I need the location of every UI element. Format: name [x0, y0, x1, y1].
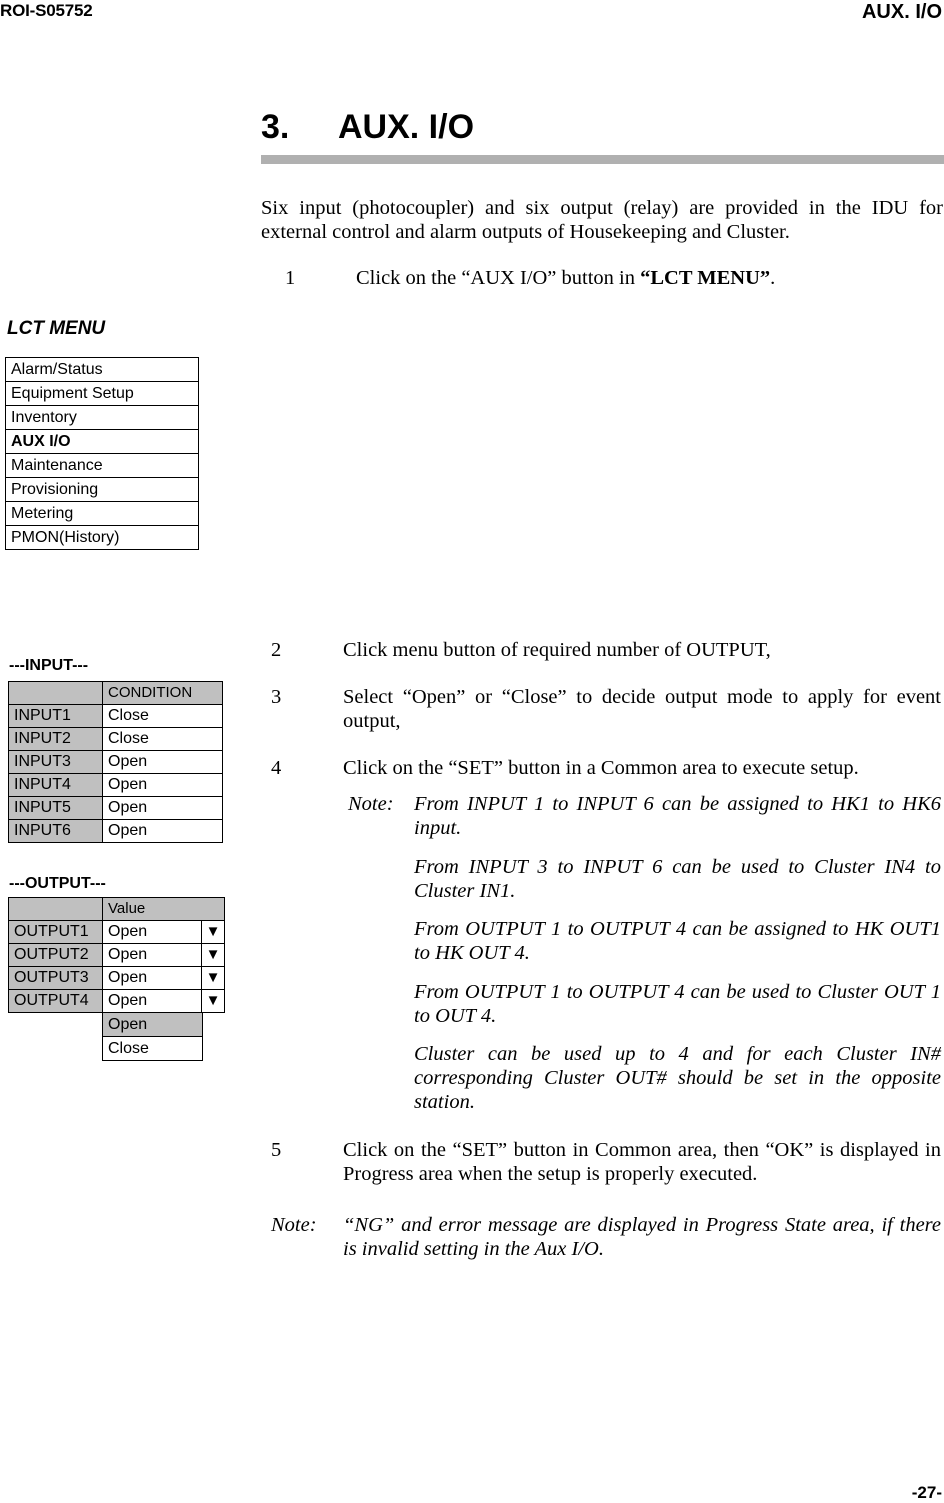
final-note: Note: “NG” and error message are display…: [271, 1213, 941, 1261]
step-2: 2 Click menu button of required number o…: [271, 638, 941, 662]
step4-note-2: From INPUT 3 to INPUT 6 can be used to C…: [348, 855, 941, 903]
section-title: 3. AUX. I/O: [261, 108, 474, 147]
lct-menu-item-provisioning[interactable]: Provisioning: [6, 478, 198, 502]
note-text: From OUTPUT 1 to OUTPUT 4 can be used to…: [414, 981, 941, 1027]
input-table: CONDITION INPUT1 Close INPUT2 Close INPU…: [8, 681, 223, 843]
table-row: INPUT4 Open: [8, 773, 223, 797]
step4-note-1: Note: From INPUT 1 to INPUT 6 can be ass…: [348, 792, 941, 840]
output-name: OUTPUT4: [8, 989, 103, 1013]
lct-menu-item-maintenance[interactable]: Maintenance: [6, 454, 198, 478]
page-number: -27-: [911, 1483, 942, 1502]
table-row: INPUT5 Open: [8, 796, 223, 820]
input-name: INPUT3: [8, 750, 103, 774]
input-table-header: CONDITION: [8, 681, 223, 705]
input-condition: Close: [102, 727, 223, 751]
lct-menu-title: LCT MENU: [7, 318, 106, 339]
output-value-select[interactable]: Open: [102, 920, 202, 944]
input-name: INPUT6: [8, 819, 103, 843]
note-label: Note:: [271, 1214, 317, 1236]
table-row: INPUT2 Close: [8, 727, 223, 751]
lct-menu-item-pmon-history[interactable]: PMON(History): [6, 526, 198, 550]
note-text: “NG” and error message are displayed in …: [343, 1214, 941, 1260]
step-text-part: Click on the “AUX I/O” button in: [356, 267, 641, 289]
intro-paragraph: Six input (photocoupler) and six output …: [261, 197, 943, 243]
dropdown-option-open[interactable]: Open: [103, 1013, 202, 1037]
output-dropdown-list: Open Close: [102, 1012, 203, 1061]
table-row: INPUT6 Open: [8, 819, 223, 843]
step-text-bold: “LCT MENU”: [640, 267, 771, 289]
input-name: INPUT5: [8, 796, 103, 820]
section-number: 3.: [261, 108, 290, 146]
lct-menu-item-alarm-status[interactable]: Alarm/Status: [6, 358, 198, 382]
table-row: OUTPUT3 Open ▼: [8, 966, 225, 990]
input-condition: Close: [102, 704, 223, 728]
section-rule-divider: [261, 155, 944, 164]
step-text: Click on the “SET” button in a Common ar…: [343, 757, 859, 779]
table-row: OUTPUT4 Open ▼: [8, 989, 225, 1013]
step-text: Click menu button of required number of …: [343, 639, 771, 661]
document-id: ROI-S05752: [0, 1, 93, 20]
step-text: Select “Open” or “Close” to decide outpu…: [343, 686, 941, 732]
output-value-select[interactable]: Open: [102, 989, 202, 1013]
step4-note-5: Cluster can be used up to 4 and for each…: [348, 1042, 941, 1114]
dropdown-arrow-icon[interactable]: ▼: [201, 989, 225, 1013]
section-title-text: AUX. I/O: [338, 108, 475, 146]
note-text: Cluster can be used up to 4 and for each…: [414, 1043, 941, 1113]
table-row: OUTPUT2 Open ▼: [8, 943, 225, 967]
step4-note-3: From OUTPUT 1 to OUTPUT 4 can be assigne…: [348, 917, 941, 965]
input-condition: Open: [102, 796, 223, 820]
dropdown-arrow-icon[interactable]: ▼: [201, 966, 225, 990]
table-row: OUTPUT1 Open ▼: [8, 920, 225, 944]
output-name: OUTPUT3: [8, 966, 103, 990]
note-text: From INPUT 1 to INPUT 6 can be assigned …: [414, 793, 941, 839]
table-row: INPUT3 Open: [8, 750, 223, 774]
output-table-header: Value: [8, 897, 225, 921]
input-name: INPUT2: [8, 727, 103, 751]
step-number: 4: [271, 757, 282, 779]
output-block-title: ---OUTPUT---: [9, 875, 106, 892]
input-condition: Open: [102, 750, 223, 774]
step-1: 1 Click on the “AUX I/O” button in “LCT …: [285, 266, 885, 290]
dropdown-arrow-icon[interactable]: ▼: [201, 920, 225, 944]
step-text-part: .: [770, 267, 776, 289]
input-name: INPUT4: [8, 773, 103, 797]
output-value-select[interactable]: Open: [102, 943, 202, 967]
output-name: OUTPUT2: [8, 943, 103, 967]
step-5: 5 Click on the “SET” button in Common ar…: [271, 1138, 941, 1186]
output-value-select[interactable]: Open: [102, 966, 202, 990]
step-number: 2: [271, 639, 282, 661]
dropdown-option-close[interactable]: Close: [103, 1037, 202, 1060]
step-4: 4 Click on the “SET” button in a Common …: [271, 756, 941, 780]
step-number: 3: [271, 686, 282, 708]
running-header-section: AUX. I/O: [861, 1, 942, 23]
step-text: Click on the “AUX I/O” button in “LCT ME…: [356, 266, 885, 290]
step-number: 1: [285, 267, 296, 289]
note-text: From INPUT 3 to INPUT 6 can be used to C…: [414, 856, 941, 902]
output-table: Value OUTPUT1 Open ▼ OUTPUT2 Open ▼ OUTP…: [8, 897, 225, 1013]
step4-note-4: From OUTPUT 1 to OUTPUT 4 can be used to…: [348, 980, 941, 1028]
input-header-blank: [8, 681, 103, 705]
input-header-condition: CONDITION: [102, 681, 223, 705]
lct-menu-item-aux-io[interactable]: AUX I/O: [6, 430, 198, 454]
lct-menu-item-inventory[interactable]: Inventory: [6, 406, 198, 430]
step-number: 5: [271, 1139, 282, 1161]
lct-menu-item-equipment-setup[interactable]: Equipment Setup: [6, 382, 198, 406]
lct-menu: Alarm/Status Equipment Setup Inventory A…: [5, 357, 199, 550]
output-header-value: Value: [102, 897, 225, 921]
table-row: INPUT1 Close: [8, 704, 223, 728]
output-name: OUTPUT1: [8, 920, 103, 944]
note-text: From OUTPUT 1 to OUTPUT 4 can be assigne…: [414, 918, 941, 964]
input-condition: Open: [102, 773, 223, 797]
output-header-blank: [8, 897, 103, 921]
input-name: INPUT1: [8, 704, 103, 728]
dropdown-arrow-icon[interactable]: ▼: [201, 943, 225, 967]
input-condition: Open: [102, 819, 223, 843]
lct-menu-item-metering[interactable]: Metering: [6, 502, 198, 526]
step-text: Click on the “SET” button in Common area…: [343, 1139, 941, 1185]
step-3: 3 Select “Open” or “Close” to decide out…: [271, 685, 941, 733]
note-label: Note:: [348, 793, 394, 815]
input-block-title: ---INPUT---: [9, 657, 89, 674]
